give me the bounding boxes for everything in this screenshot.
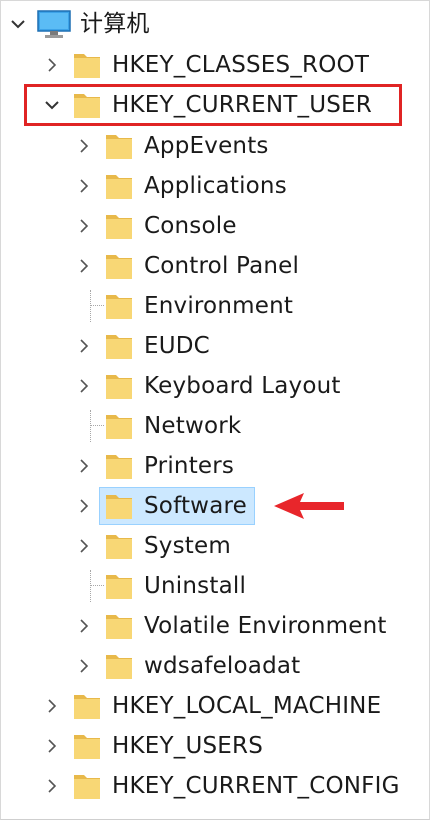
folder-icon bbox=[104, 130, 134, 162]
tree-node-uninstall[interactable]: Uninstall bbox=[0, 566, 430, 606]
tree-node-label: 计算机 bbox=[80, 11, 150, 37]
folder-icon bbox=[104, 330, 134, 362]
folder-icon bbox=[104, 610, 134, 642]
tree-node-keyboard-layout[interactable]: Keyboard Layout bbox=[0, 366, 430, 406]
tree-node-hkey-classes-root[interactable]: HKEY_CLASSES_ROOT bbox=[0, 45, 430, 85]
tree-node-label: HKEY_CURRENT_CONFIG bbox=[112, 773, 400, 799]
tree-node-printers[interactable]: Printers bbox=[0, 446, 430, 486]
tree-node-label: Volatile Environment bbox=[144, 613, 387, 639]
chevron-right-icon[interactable] bbox=[74, 496, 94, 516]
folder-icon bbox=[72, 730, 102, 762]
chevron-right-icon[interactable] bbox=[74, 136, 94, 156]
chevron-down-icon[interactable] bbox=[8, 14, 28, 34]
folder-icon bbox=[104, 650, 134, 682]
tree-node-label: Keyboard Layout bbox=[144, 373, 341, 399]
folder-icon bbox=[104, 450, 134, 482]
chevron-right-icon[interactable] bbox=[42, 55, 62, 75]
folder-icon bbox=[104, 170, 134, 202]
tree-node-label: Applications bbox=[144, 173, 287, 199]
tree-node-label: Printers bbox=[144, 453, 235, 479]
tree-node-hkey-local-machine[interactable]: HKEY_LOCAL_MACHINE bbox=[0, 686, 430, 726]
tree-node-hkey-current-user[interactable]: HKEY_CURRENT_USER bbox=[0, 85, 430, 125]
chevron-right-icon[interactable] bbox=[42, 776, 62, 796]
chevron-right-icon[interactable] bbox=[42, 696, 62, 716]
chevron-right-icon[interactable] bbox=[42, 736, 62, 756]
tree-node-console[interactable]: Console bbox=[0, 206, 430, 246]
tree-node-control-panel[interactable]: Control Panel bbox=[0, 246, 430, 286]
tree-node-eudc[interactable]: EUDC bbox=[0, 326, 430, 366]
chevron-right-icon[interactable] bbox=[74, 616, 94, 636]
tree-node-label: Software bbox=[144, 493, 247, 519]
tree-node-label: Uninstall bbox=[144, 573, 247, 599]
folder-icon bbox=[72, 770, 102, 802]
tree-node-computer[interactable]: 计算机 bbox=[0, 4, 430, 44]
tree-node-label: EUDC bbox=[144, 333, 210, 359]
computer-icon bbox=[36, 8, 72, 40]
folder-icon bbox=[104, 290, 134, 322]
chevron-right-icon[interactable] bbox=[74, 256, 94, 276]
chevron-right-icon[interactable] bbox=[74, 376, 94, 396]
tree-node-environment[interactable]: Environment bbox=[0, 286, 430, 326]
folder-icon bbox=[104, 410, 134, 442]
tree-node-wdsafeloadat[interactable]: wdsafeloadat bbox=[0, 646, 430, 686]
tree-node-applications[interactable]: Applications bbox=[0, 166, 430, 206]
folder-icon bbox=[104, 570, 134, 602]
chevron-right-icon[interactable] bbox=[74, 456, 94, 476]
tree-node-label: HKEY_LOCAL_MACHINE bbox=[112, 693, 382, 719]
folder-icon bbox=[104, 370, 134, 402]
folder-icon bbox=[104, 210, 134, 242]
tree-node-label: wdsafeloadat bbox=[144, 653, 301, 679]
tree-node-system[interactable]: System bbox=[0, 526, 430, 566]
tree-node-label: Network bbox=[144, 413, 242, 439]
folder-icon bbox=[104, 490, 134, 522]
chevron-right-icon[interactable] bbox=[74, 216, 94, 236]
tree-node-label: Environment bbox=[144, 293, 294, 319]
chevron-right-icon[interactable] bbox=[74, 656, 94, 676]
chevron-right-icon[interactable] bbox=[74, 536, 94, 556]
chevron-right-icon[interactable] bbox=[74, 336, 94, 356]
tree-node-volatile-environment[interactable]: Volatile Environment bbox=[0, 606, 430, 646]
folder-icon bbox=[72, 690, 102, 722]
folder-icon bbox=[104, 530, 134, 562]
tree-node-label: Control Panel bbox=[144, 253, 300, 279]
tree-node-label: HKEY_CURRENT_USER bbox=[112, 92, 372, 118]
chevron-right-icon[interactable] bbox=[74, 176, 94, 196]
folder-icon bbox=[72, 89, 102, 121]
tree-node-appevents[interactable]: AppEvents bbox=[0, 126, 430, 166]
tree-node-hkey-users[interactable]: HKEY_USERS bbox=[0, 726, 430, 766]
tree-node-label: HKEY_CLASSES_ROOT bbox=[112, 52, 370, 78]
tree-node-label: HKEY_USERS bbox=[112, 733, 264, 759]
tree-node-software[interactable]: Software bbox=[0, 486, 430, 526]
tree-node-label: Console bbox=[144, 213, 237, 239]
tree-node-network[interactable]: Network bbox=[0, 406, 430, 446]
tree-node-label: System bbox=[144, 533, 231, 559]
red-arrow-icon bbox=[274, 493, 344, 519]
folder-icon bbox=[72, 49, 102, 81]
tree-node-hkey-current-config[interactable]: HKEY_CURRENT_CONFIG bbox=[0, 766, 430, 806]
tree-node-label: AppEvents bbox=[144, 133, 269, 159]
folder-icon bbox=[104, 250, 134, 282]
chevron-down-icon[interactable] bbox=[42, 95, 62, 115]
